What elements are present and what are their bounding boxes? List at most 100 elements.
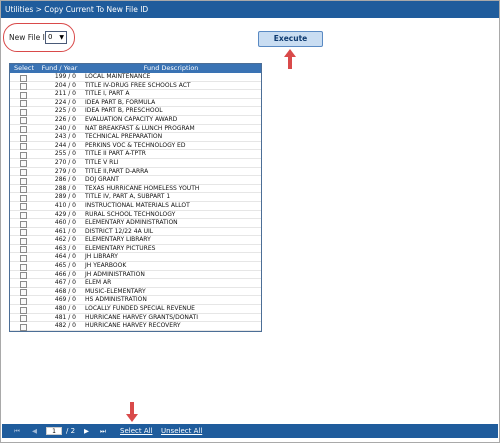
- fund-description-cell: MUSIC-ELEMENTARY: [85, 287, 146, 295]
- fund-description-cell: ELEM AR: [85, 279, 112, 287]
- table-row: 465 / 0 JH YEARBOOK: [10, 262, 261, 271]
- fund-description-cell: JH LIBRARY: [85, 253, 118, 261]
- row-checkbox[interactable]: [20, 117, 27, 125]
- table-row: 460 / 0 ELEMENTARY ADMINISTRATION: [10, 219, 261, 228]
- table-row: 466 / 0 JH ADMINISTRATION: [10, 271, 261, 280]
- row-checkbox[interactable]: [20, 203, 27, 211]
- fund-year-cell: 481 / 0: [54, 313, 76, 321]
- row-checkbox[interactable]: [20, 237, 27, 245]
- table-row: 240 / 0 NAT BREAKFAST & LUNCH PROGRAM: [10, 125, 261, 134]
- next-page-icon[interactable]: ▶: [84, 424, 89, 438]
- select-cell: [10, 193, 38, 202]
- fund-description-cell: LOCALLY FUNDED SPECIAL REVENUE: [85, 305, 195, 313]
- row-checkbox[interactable]: [20, 254, 27, 262]
- select-all-link[interactable]: Select All: [120, 424, 153, 438]
- fund-year-cell: 480 / 0: [54, 305, 76, 313]
- fund-description-cell: ELEMENTARY ADMINISTRATION: [85, 219, 178, 227]
- row-checkbox[interactable]: [20, 289, 27, 297]
- last-page-icon[interactable]: ⏭: [100, 424, 106, 438]
- row-checkbox[interactable]: [20, 280, 27, 288]
- row-checkbox[interactable]: [20, 126, 27, 134]
- row-checkbox[interactable]: [20, 177, 27, 185]
- fund-description-cell: HS ADMINISTRATION: [85, 296, 147, 304]
- fund-description-cell: IDEA PART B, PRESCHOOL: [85, 107, 163, 115]
- table-row: 204 / 0 TITLE IV-DRUG FREE SCHOOLS ACT: [10, 82, 261, 91]
- row-checkbox[interactable]: [20, 323, 27, 331]
- fund-description-cell: INSTRUCTIONAL MATERIALS ALLOT: [85, 201, 190, 209]
- table-row: 289 / 0 TITLE IV, PART A, SUBPART 1: [10, 193, 261, 202]
- row-checkbox[interactable]: [20, 100, 27, 108]
- fund-year-cell: 469 / 0: [54, 296, 76, 304]
- fund-year-cell: 462 / 0: [54, 236, 76, 244]
- row-checkbox[interactable]: [20, 306, 27, 314]
- select-cell: [10, 142, 38, 151]
- fund-year-cell: 429 / 0: [54, 210, 76, 218]
- table-body: 199 / 0 LOCAL MAINTENANCE 204 / 0 TITLE IV-…: [10, 73, 261, 331]
- select-cell: [10, 236, 38, 245]
- select-cell: [10, 99, 38, 108]
- table-row: 468 / 0 MUSIC-ELEMENTARY: [10, 288, 261, 297]
- select-cell: [10, 159, 38, 168]
- row-checkbox[interactable]: [20, 186, 27, 194]
- table-row: 270 / 0 TITLE V RLI: [10, 159, 261, 168]
- select-cell: [10, 271, 38, 280]
- table-row: 480 / 0 LOCALLY FUNDED SPECIAL REVENUE: [10, 305, 261, 314]
- row-checkbox[interactable]: [20, 143, 27, 151]
- fund-year-cell: 211 / 0: [54, 90, 76, 98]
- row-checkbox[interactable]: [20, 91, 27, 99]
- fund-description-cell: PERKINS VOC & TECHNOLOGY ED: [85, 141, 186, 149]
- row-checkbox[interactable]: [20, 74, 27, 82]
- fund-year-cell: 255 / 0: [54, 150, 76, 158]
- table-row: 211 / 0 TITLE I, PART A: [10, 90, 261, 99]
- row-checkbox[interactable]: [20, 272, 27, 280]
- red-arrow-icon: [284, 49, 296, 69]
- fund-year-cell: 461 / 0: [54, 227, 76, 235]
- row-checkbox[interactable]: [20, 212, 27, 219]
- fund-description-cell: EVALUATION CAPACITY AWARD: [85, 115, 178, 123]
- prev-page-icon[interactable]: ◀: [32, 424, 37, 438]
- table-row: 410 / 0 INSTRUCTIONAL MATERIALS ALLOT: [10, 202, 261, 211]
- fund-year-cell: 289 / 0: [54, 193, 76, 201]
- table-row: 199 / 0 LOCAL MAINTENANCE: [10, 73, 261, 82]
- fund-year-cell: 467 / 0: [54, 279, 76, 287]
- select-cell: [10, 262, 38, 271]
- page-number-select[interactable]: 1: [46, 427, 62, 435]
- select-cell: [10, 314, 38, 323]
- row-checkbox[interactable]: [20, 246, 27, 254]
- select-cell: [10, 90, 38, 99]
- select-cell: [10, 228, 38, 237]
- execute-button[interactable]: Execute: [258, 31, 323, 47]
- select-cell: [10, 185, 38, 194]
- row-checkbox[interactable]: [20, 220, 27, 228]
- header-select: Select: [13, 64, 35, 72]
- select-cell: [10, 322, 38, 331]
- fund-description-cell: JH YEARBOOK: [85, 262, 127, 270]
- row-checkbox[interactable]: [20, 263, 27, 271]
- fund-description-cell: DISTRICT 12/22 4A UIL: [85, 227, 154, 235]
- row-checkbox[interactable]: [20, 108, 27, 116]
- row-checkbox[interactable]: [20, 194, 27, 202]
- row-checkbox[interactable]: [20, 229, 27, 237]
- fund-year-cell: 468 / 0: [54, 287, 76, 295]
- table-row: 469 / 0 HS ADMINISTRATION: [10, 296, 261, 306]
- table-row: 463 / 0 ELEMENTARY PICTURES: [10, 245, 261, 254]
- fund-year-cell: 279 / 0: [54, 167, 76, 175]
- row-checkbox[interactable]: [20, 315, 27, 323]
- fund-year-cell: 240 / 0: [54, 124, 76, 132]
- fund-description-cell: TITLE V RLI: [85, 158, 119, 166]
- first-page-icon[interactable]: ⏮: [14, 424, 20, 438]
- row-checkbox[interactable]: [20, 169, 27, 177]
- row-checkbox[interactable]: [20, 151, 27, 159]
- row-checkbox[interactable]: [20, 160, 27, 168]
- row-checkbox[interactable]: [20, 83, 27, 91]
- row-checkbox[interactable]: [20, 297, 27, 305]
- fund-year-cell: 464 / 0: [54, 253, 76, 261]
- table-row: 224 / 0 IDEA PART B, FORMULA: [10, 99, 261, 108]
- row-checkbox[interactable]: [20, 134, 27, 142]
- header-fund-description: Fund Description: [143, 64, 199, 72]
- fund-year-cell: 224 / 0: [54, 98, 76, 106]
- table-row: 467 / 0 ELEM AR: [10, 279, 261, 288]
- unselect-all-link[interactable]: Unselect All: [161, 424, 202, 438]
- select-cell: [10, 73, 38, 82]
- fund-table: Select Fund / Year Fund Description 199 …: [9, 63, 262, 332]
